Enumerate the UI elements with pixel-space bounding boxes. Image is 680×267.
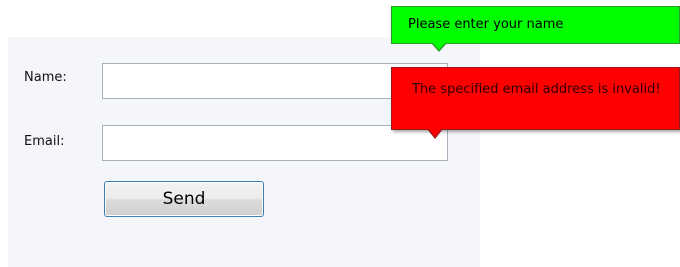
email-label: Email:: [24, 134, 65, 149]
name-label: Name:: [24, 70, 67, 85]
email-tooltip-pointer: [427, 128, 443, 139]
send-button[interactable]: Send: [104, 181, 264, 217]
name-error-tooltip: Please enter your name: [391, 6, 680, 44]
email-input[interactable]: [102, 125, 448, 161]
name-tooltip-pointer: [431, 42, 447, 52]
email-error-tooltip: The specified email address is invalid!: [391, 67, 680, 130]
